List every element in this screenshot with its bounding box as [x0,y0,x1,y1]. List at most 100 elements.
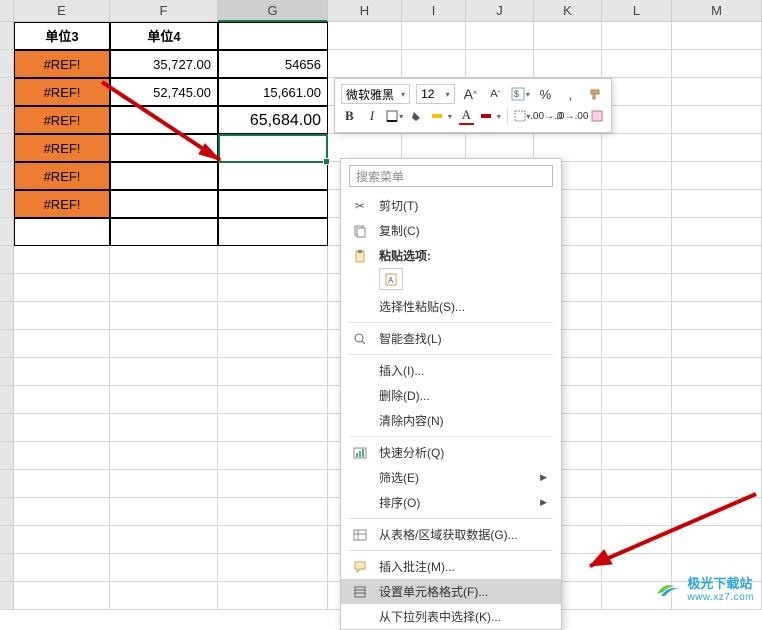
italic-button[interactable]: I [364,106,381,126]
cell[interactable] [534,50,602,78]
col-header[interactable]: E [14,0,110,22]
data-cell[interactable]: 54656 [218,50,328,78]
cell[interactable] [14,414,110,442]
data-cell[interactable] [218,190,328,218]
data-cell[interactable]: 15,661.00 [218,78,328,106]
cell[interactable] [602,358,672,386]
cell[interactable] [14,330,110,358]
cell[interactable] [110,582,218,610]
cell[interactable] [328,50,402,78]
menu-cut[interactable]: ✂ 剪切(T) [341,193,561,218]
cell[interactable] [218,470,328,498]
cell[interactable] [218,302,328,330]
cell[interactable] [602,526,672,554]
cell[interactable] [218,582,328,610]
cell[interactable] [466,22,534,50]
cell[interactable] [110,498,218,526]
data-cell[interactable] [14,218,110,246]
cell[interactable] [602,330,672,358]
cell[interactable] [602,302,672,330]
cell[interactable] [672,218,762,246]
cell[interactable] [110,526,218,554]
accounting-format-button[interactable]: $▾ [511,84,530,104]
error-cell[interactable]: #REF! [14,190,110,218]
header-cell[interactable] [218,22,328,50]
cell[interactable] [14,442,110,470]
menu-format-cells[interactable]: 设置单元格格式(F)... [341,579,561,604]
cell[interactable] [602,78,672,106]
cell[interactable] [110,274,218,302]
format-painter-button[interactable] [586,84,605,104]
cell[interactable] [110,414,218,442]
active-data-cell[interactable]: 65,684.00 [218,106,328,134]
cell[interactable] [218,554,328,582]
decrease-decimal-button[interactable]: .0→.00 [562,106,582,126]
cell[interactable] [602,386,672,414]
data-cell[interactable] [110,162,218,190]
cell[interactable] [602,246,672,274]
cell[interactable] [672,78,762,106]
cell[interactable] [602,470,672,498]
col-header[interactable]: J [466,0,534,22]
error-cell[interactable]: #REF! [14,134,110,162]
increase-font-button[interactable]: A^ [461,84,480,104]
cell[interactable] [602,190,672,218]
menu-insert[interactable]: 插入(I)... [341,358,561,383]
cell[interactable] [672,246,762,274]
col-header[interactable]: M [672,0,762,22]
menu-copy[interactable]: 复制(C) [341,218,561,243]
error-cell[interactable]: #REF! [14,78,110,106]
cell[interactable] [328,22,402,50]
cell[interactable] [14,470,110,498]
cell[interactable] [110,470,218,498]
font-color-button[interactable]: A [458,106,475,126]
cell-styles-button[interactable] [588,106,605,126]
menu-clear-contents[interactable]: 清除内容(N) [341,408,561,433]
decrease-font-button[interactable]: Aˇ [486,84,505,104]
menu-paste-special[interactable]: 选择性粘贴(S)... [341,294,561,319]
cell[interactable] [14,246,110,274]
cell[interactable] [602,106,672,134]
data-cell[interactable] [218,134,328,162]
cell[interactable] [14,498,110,526]
bold-button[interactable]: B [341,106,358,126]
data-cell[interactable] [110,218,218,246]
cell[interactable] [218,442,328,470]
increase-decimal-button[interactable]: .00→.0 [536,106,556,126]
cell[interactable] [602,134,672,162]
cell[interactable] [672,162,762,190]
data-cell[interactable] [110,134,218,162]
cell[interactable] [218,246,328,274]
cell[interactable] [672,302,762,330]
cell[interactable] [14,358,110,386]
cell[interactable] [218,274,328,302]
cell[interactable] [402,50,466,78]
error-cell[interactable]: #REF! [14,106,110,134]
cell[interactable] [110,386,218,414]
cell[interactable] [110,358,218,386]
col-header-active[interactable]: G [218,0,328,22]
cell[interactable] [110,554,218,582]
cell[interactable] [14,274,110,302]
cell[interactable] [602,218,672,246]
menu-get-data[interactable]: 从表格/区域获取数据(G)... [341,522,561,547]
cell[interactable] [602,498,672,526]
cell[interactable] [218,358,328,386]
cell[interactable] [110,330,218,358]
menu-smart-lookup[interactable]: 智能查找(L) [341,326,561,351]
cell[interactable] [672,442,762,470]
data-cell[interactable] [110,190,218,218]
cell[interactable] [14,526,110,554]
cell[interactable] [672,106,762,134]
data-cell[interactable]: 35,727.00 [110,50,218,78]
menu-insert-comment[interactable]: 插入批注(M)... [341,554,561,579]
data-cell[interactable] [218,218,328,246]
cell[interactable] [602,50,672,78]
cell[interactable] [672,50,762,78]
menu-delete[interactable]: 删除(D)... [341,383,561,408]
cell[interactable] [672,190,762,218]
menu-search-input[interactable]: 搜索菜单 [349,165,553,187]
cell[interactable] [672,134,762,162]
col-header[interactable]: L [602,0,672,22]
cell[interactable] [602,22,672,50]
